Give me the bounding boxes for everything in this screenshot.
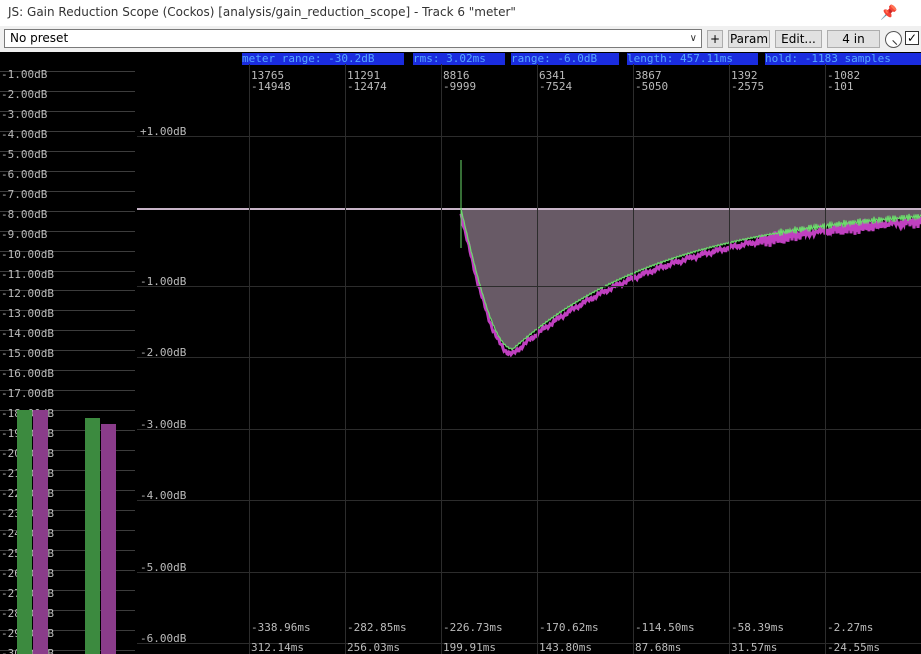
meter-scale-label: -12.00dB [1,287,54,301]
sample-offset-labels: -1082 -101 [827,70,860,92]
gain-reduction-plot [137,160,921,358]
time-label: -114.50ms [635,621,695,634]
preset-dropdown[interactable]: No preset ∨ [4,29,702,48]
knob-indicator [892,40,898,45]
db-gridline [137,286,921,287]
pin-icon[interactable]: 📌 [880,3,897,21]
sample-offset-labels: 1392 -2575 [731,70,764,92]
db-gridline [137,429,921,430]
meter-scale-label: -8.00dB [1,207,48,221]
db-gridline [137,572,921,573]
db-axis-label: +1.00dB [140,125,187,138]
meter-scale-label: -3.00dB [1,107,48,121]
db-axis-label: -6.00dB [140,632,187,645]
sample-offset-labels: 3867 -5050 [635,70,668,92]
sample-offset-label: -9999 [443,80,477,93]
db-axis-label: -4.00dB [140,489,187,502]
time-gridline [633,64,634,654]
meter-scale-label: -1.00dB [1,68,48,81]
time-gridline [537,64,538,654]
db-axis-label: -1.00dB [140,275,187,288]
sample-offset-label: -101 [827,80,854,93]
chevron-down-icon: ∨ [689,33,697,44]
meter-scale-label: -5.00dB [1,147,48,161]
meter-scale-label: -13.00dB [1,307,54,321]
meter-scale-label: -6.00dB [1,167,48,181]
meter-scale-label: -11.00dB [1,267,54,281]
meter-scale-label: -17.00dB [1,387,54,401]
sample-offset-label: -5050 [635,80,669,93]
meter-level-bar [17,410,32,654]
time-gridline [249,64,250,654]
time-label: -170.62ms [539,621,599,634]
title-bar: JS: Gain Reduction Scope (Cockos) [analy… [0,0,921,26]
time-label: -226.73ms [443,621,503,634]
time-label: -58.39ms [731,621,784,634]
time-gridline [825,64,826,654]
meter-scale-label: -7.00dB [1,187,48,201]
meter-level-bar [33,410,48,654]
sample-offset-labels: 6341 -7524 [539,70,572,92]
time-gridline [345,64,346,654]
db-gridline [137,357,921,358]
meter-scale-label: -9.00dB [1,227,48,241]
sample-offset-label: -7524 [539,80,573,93]
edit-button[interactable]: Edit... [775,30,822,48]
meter-scale-label: -16.00dB [1,367,54,381]
db-gridline [137,136,921,137]
sample-offset-label: -14948 [251,80,291,93]
time-label: 143.80ms [539,641,592,654]
meter-level-bar [85,418,100,654]
db-axis-label: -5.00dB [140,561,187,574]
preset-label: No preset [10,31,69,45]
time-label: 87.68ms [635,641,682,654]
time-label: 312.14ms [251,641,304,654]
meter-scale-label: -14.00dB [1,327,54,341]
time-label: -338.96ms [251,621,311,634]
wet-knob[interactable] [885,31,902,48]
gain-reduction-scope: meter range: -30.2dB rms: 3.02ms range: … [137,52,921,654]
time-label: -2.27ms [827,621,874,634]
db-axis-label: -3.00dB [140,418,187,431]
time-label: 31.57ms [731,641,778,654]
db-gridline [137,500,921,501]
sample-offset-labels: 8816 -9999 [443,70,476,92]
db-axis-label: -2.00dB [140,346,187,359]
sample-offset-label: -12474 [347,80,387,93]
io-pins-button[interactable]: 4 in [827,30,880,48]
param-button[interactable]: Param [728,30,770,48]
meter-scale-label: -10.00dB [1,247,54,261]
bypass-checkbox[interactable]: ✓ [905,31,919,45]
sample-offset-labels: 13765 -14948 [251,70,291,92]
time-label: -282.85ms [347,621,407,634]
time-gridline [441,64,442,654]
time-label: 256.03ms [347,641,400,654]
sample-offset-label: -2575 [731,80,765,93]
meter-level-bar [101,424,116,654]
window-title: JS: Gain Reduction Scope (Cockos) [analy… [8,5,516,19]
meter-scale-label: -2.00dB [1,87,48,101]
time-gridline [729,64,730,654]
time-label: -24.55ms [827,641,880,654]
meter-scale-label: -4.00dB [1,127,48,141]
time-label: 199.91ms [443,641,496,654]
gain-reduction-meter: -1.00dB -2.00dB -3.00dB -4.00dB -5.00dB -6.00… [0,52,137,654]
sample-offset-labels: 11291 -12474 [347,70,387,92]
add-preset-button[interactable]: + [707,30,723,48]
toolbar: No preset ∨ + Param Edit... 4 in ✓ [0,26,921,52]
meter-scale-label: -15.00dB [1,347,54,361]
